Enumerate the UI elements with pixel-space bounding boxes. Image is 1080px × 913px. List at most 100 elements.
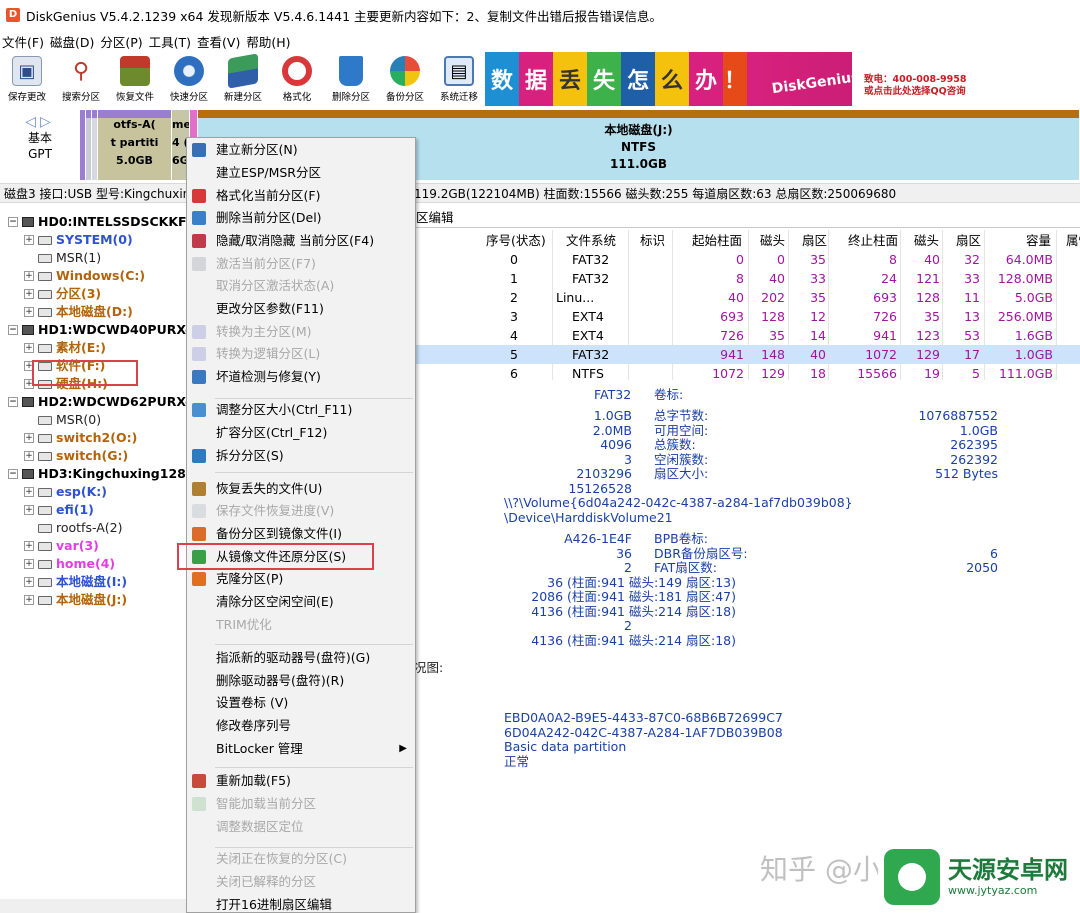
backup-partition-button[interactable]: 备份分区 (378, 52, 432, 106)
delete-partition-button[interactable]: 删除分区 (324, 52, 378, 106)
menu-item[interactable]: 拆分分区(S) (187, 445, 415, 467)
tree-partition-node[interactable]: + Windows(C:) (24, 267, 145, 285)
menu-item[interactable]: 指派新的驱动器号(盘符)(G) (187, 647, 415, 669)
expand-icon[interactable]: + (24, 271, 34, 281)
collapse-icon[interactable]: − (8, 217, 18, 227)
column-header[interactable]: 扇区 (956, 231, 981, 250)
system-migration-button[interactable]: ▤ 系统迁移 (432, 52, 486, 106)
tree-partition-node[interactable]: + efi(1) (24, 501, 94, 519)
partition-segment-rootfs[interactable]: otfs-A( t partiti 5.0GB (98, 110, 172, 180)
menu-view[interactable]: 查看(V) (195, 32, 244, 51)
menu-item[interactable]: 删除驱动器号(盘符)(R) (187, 670, 415, 692)
column-header[interactable]: 文件系统 (566, 231, 616, 250)
menu-help[interactable]: 帮助(H) (244, 32, 294, 51)
menu-item[interactable]: 重新加载(F5) (187, 770, 415, 792)
promo-banner[interactable]: 数 据 丢 失 怎 么 办 ！ DiskGenius 团队为您服务 致电：400… (485, 52, 982, 106)
column-header[interactable]: 磁头 (914, 231, 939, 250)
column-header[interactable]: 终止柱面 (848, 231, 898, 250)
format-button[interactable]: 格式化 (270, 52, 324, 106)
quick-partition-button[interactable]: 快速分区 (162, 52, 216, 106)
tree-partition-node[interactable]: rootfs-A(2) (24, 519, 122, 537)
column-header[interactable]: 属性 (1066, 231, 1080, 250)
column-header[interactable]: 容量 (1026, 231, 1051, 250)
column-header[interactable]: 标识 (640, 231, 665, 250)
expand-icon[interactable]: + (24, 559, 34, 569)
tree-disk-node[interactable]: − HD2:WDCWD62PURX-7 (8, 393, 186, 411)
tree-partition-node[interactable]: + esp(K:) (24, 483, 107, 501)
menu-tools[interactable]: 工具(T) (147, 32, 195, 51)
table-row[interactable]: 2 Linu... 40 202 35 693 128 11 5.0GB (414, 288, 1080, 307)
expand-icon[interactable]: + (24, 289, 34, 299)
expand-icon[interactable]: + (24, 343, 34, 353)
tree-partition-node[interactable]: + 分区(3) (24, 285, 101, 303)
tree-partition-node[interactable]: + 本地磁盘(J:) (24, 591, 127, 609)
tree-disk-node[interactable]: − HD1:WDCWD40PURX-6 (8, 321, 186, 339)
expand-icon[interactable]: + (24, 307, 34, 317)
menu-item[interactable]: 建立ESP/MSR分区 (187, 162, 415, 184)
menu-item-label: BitLocker 管理 (216, 741, 303, 756)
menu-item[interactable]: 隐藏/取消隐藏 当前分区(F4) (187, 230, 415, 252)
menu-item[interactable]: 删除当前分区(Del) (187, 207, 415, 229)
menu-disk[interactable]: 磁盘(D) (48, 32, 98, 51)
menu-file[interactable]: 文件(F) (0, 32, 48, 51)
column-header[interactable]: 序号(状态) (486, 231, 546, 250)
expand-icon[interactable]: + (24, 433, 34, 443)
tree-partition-node[interactable]: + 本地磁盘(I:) (24, 573, 127, 591)
tree-partition-node[interactable]: + switch2(O:) (24, 429, 137, 447)
expand-icon[interactable]: + (24, 451, 34, 461)
tree-partition-node[interactable]: + home(4) (24, 555, 115, 573)
tree-disk-node[interactable]: − HD3:Kingchuxing128GB (8, 465, 186, 483)
menu-item[interactable]: 格式化当前分区(F) (187, 185, 415, 207)
table-row[interactable]: 1 FAT32 8 40 33 24 121 33 128.0MB (414, 269, 1080, 288)
menu-item[interactable]: 建立新分区(N) (187, 139, 415, 161)
reload-icon (192, 774, 206, 788)
table-row[interactable]: 4 EXT4 726 35 14 941 123 53 1.6GB (414, 326, 1080, 345)
menu-item[interactable]: 更改分区参数(F11) (187, 298, 415, 320)
menu-item[interactable]: 设置卷标 (V) (187, 692, 415, 714)
tree-partition-node[interactable]: + 素材(E:) (24, 339, 106, 357)
expand-icon[interactable]: + (24, 577, 34, 587)
expand-icon[interactable]: + (24, 595, 34, 605)
menu-item[interactable]: 修改卷序列号 (187, 715, 415, 737)
menu-item[interactable]: 坏道检测与修复(Y) (187, 366, 415, 388)
expand-icon[interactable]: + (24, 235, 34, 245)
table-row[interactable]: 0 FAT32 0 0 35 8 40 32 64.0MB (414, 250, 1080, 269)
expand-icon[interactable]: + (24, 541, 34, 551)
collapse-icon[interactable]: − (8, 325, 18, 335)
new-partition-button[interactable]: 新建分区 (216, 52, 270, 106)
save-changes-button[interactable]: ▣ 保存更改 (0, 52, 54, 106)
collapse-icon[interactable]: − (8, 397, 18, 407)
menu-item[interactable]: 清除分区空闲空间(E) (187, 591, 415, 613)
tree-partition-node[interactable]: + 本地磁盘(D:) (24, 303, 133, 321)
tree-partition-node[interactable]: + var(3) (24, 537, 99, 555)
expand-icon[interactable]: + (24, 505, 34, 515)
table-row[interactable]: 5 FAT32 941 148 40 1072 129 17 1.0GB (414, 345, 1080, 364)
menu-item[interactable]: 恢复丢失的文件(U) (187, 478, 415, 500)
tree-partition-node[interactable]: MSR(0) (24, 411, 101, 429)
column-header[interactable]: 磁头 (760, 231, 785, 250)
tab-sector-edit[interactable]: 区编辑 (414, 208, 1080, 228)
tree-partition-node[interactable]: MSR(1) (24, 249, 101, 267)
tree-partition-node[interactable]: + SYSTEM(0) (24, 231, 133, 249)
column-header[interactable]: 起始柱面 (692, 231, 742, 250)
disk-nav-arrows-icon[interactable]: ◁▷ (22, 114, 58, 130)
menu-partition[interactable]: 分区(P) (98, 32, 146, 51)
search-partition-button[interactable]: ⚲ 搜索分区 (54, 52, 108, 106)
table-row[interactable]: 3 EXT4 693 128 12 726 35 13 256.0MB (414, 307, 1080, 326)
menu-item-label: 恢复丢失的文件(U) (216, 481, 323, 496)
expand-icon[interactable]: + (24, 487, 34, 497)
collapse-icon[interactable]: − (8, 469, 18, 479)
menu-item[interactable]: 备份分区到镜像文件(I) (187, 523, 415, 545)
table-row[interactable]: 6 NTFS 1072 129 18 15566 19 5 111.0GB (414, 364, 1080, 380)
recover-files-button[interactable]: 恢复文件 (108, 52, 162, 106)
menu-item[interactable]: 克隆分区(P) (187, 568, 415, 590)
tree-horizontal-scrollbar[interactable] (0, 899, 186, 913)
menu-item[interactable]: 调整分区大小(Ctrl_F11) (187, 399, 415, 421)
tree-partition-node[interactable]: + switch(G:) (24, 447, 128, 465)
menu-item[interactable]: 扩容分区(Ctrl_F12) (187, 422, 415, 444)
menu-item[interactable]: 打开16进制扇区编辑 (187, 894, 415, 913)
tree-disk-node[interactable]: − HD0:INTELSSDSCKKF18 (8, 213, 186, 231)
partition-details: FAT32 卷标: 1.0GB 2.0MB 4096 3 2103296 151… (414, 387, 998, 769)
menu-item[interactable]: BitLocker 管理 ▶ (187, 738, 415, 760)
column-header[interactable]: 扇区 (802, 231, 827, 250)
